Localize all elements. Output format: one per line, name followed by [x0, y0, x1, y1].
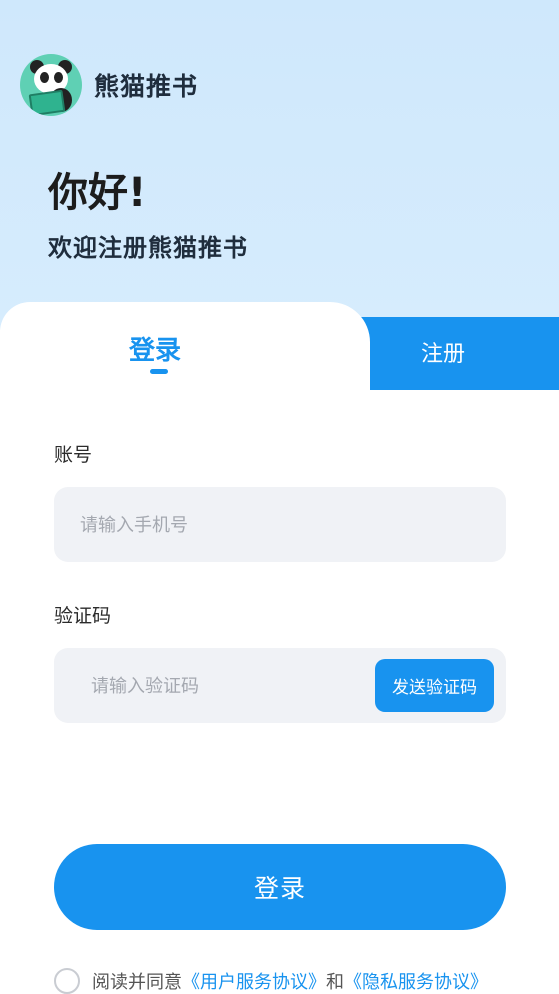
agreement-and: 和: [326, 972, 344, 993]
code-field: 发送验证码: [54, 648, 506, 725]
privacy-agreement-link[interactable]: 《隐私服务协议》: [344, 968, 488, 994]
tab-register-label[interactable]: 注册: [388, 336, 498, 368]
account-label: 账号: [54, 444, 93, 466]
send-code-button[interactable]: 发送验证码: [375, 659, 494, 712]
account-field: [54, 487, 506, 564]
user-agreement-link[interactable]: 《用户服务协议》: [182, 968, 326, 994]
panda-logo-icon: [20, 54, 82, 116]
greeting-title: 你好!: [48, 170, 147, 216]
tab-login-label[interactable]: 登录: [100, 330, 210, 367]
agreement-row: 阅读并同意 《用户服务协议》 和 《隐私服务协议》: [54, 968, 488, 994]
code-label: 验证码: [54, 605, 112, 627]
welcome-subtitle: 欢迎注册熊猫推书: [48, 234, 248, 262]
agreement-prefix: 阅读并同意: [92, 972, 182, 993]
brand: 熊猫推书: [20, 54, 198, 116]
agreement-checkbox[interactable]: [54, 968, 80, 994]
active-tab-indicator: [150, 369, 168, 374]
login-button[interactable]: 登录: [54, 844, 506, 930]
brand-name: 熊猫推书: [94, 72, 199, 101]
phone-input[interactable]: [78, 487, 482, 564]
verification-code-input[interactable]: [89, 648, 363, 725]
